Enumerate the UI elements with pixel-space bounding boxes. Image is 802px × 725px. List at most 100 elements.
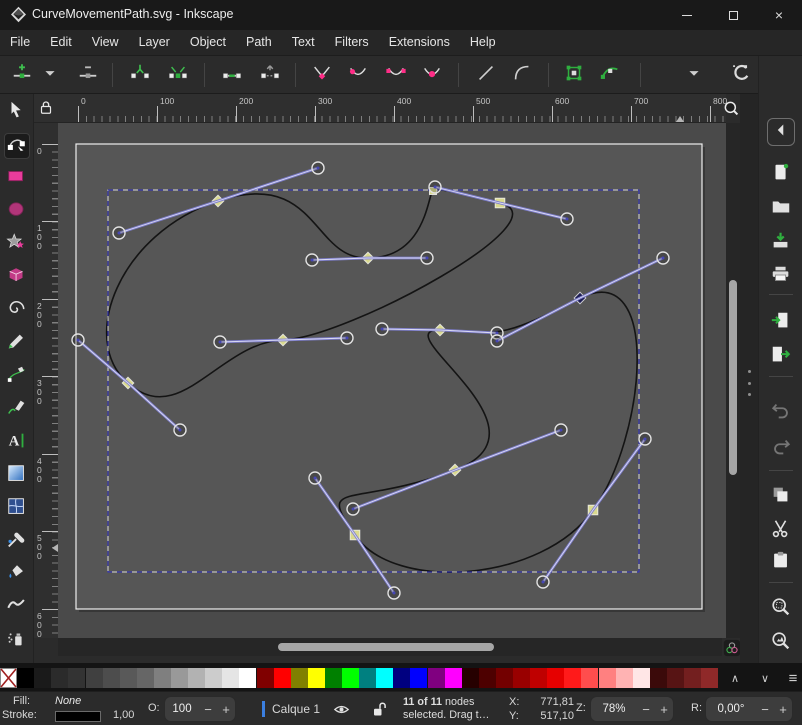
palette-swatch-4d4d4d[interactable] xyxy=(103,668,120,688)
menu-filters[interactable]: Filters xyxy=(325,30,379,56)
symmetric-node-button[interactable] xyxy=(381,60,411,90)
palette-swatch-008000[interactable] xyxy=(325,668,342,688)
insert-node-button[interactable] xyxy=(7,60,37,90)
palette-swatch-0000ff[interactable] xyxy=(410,668,427,688)
tool-spray[interactable] xyxy=(4,628,30,654)
palette-swatch-ffe6e6[interactable] xyxy=(633,668,650,688)
palette-swatch-000080[interactable] xyxy=(393,668,410,688)
opacity-value[interactable]: 100 xyxy=(165,703,199,715)
undo-button[interactable] xyxy=(768,400,794,426)
vertical-scrollbar[interactable] xyxy=(726,123,740,638)
palette-swatch-ffb3b3[interactable] xyxy=(616,668,633,688)
horizontal-scrollbar-thumb[interactable] xyxy=(278,643,494,651)
palette-swatch-ffff00[interactable] xyxy=(308,668,325,688)
opacity-decrease-button[interactable]: − xyxy=(199,702,217,717)
menu-view[interactable]: View xyxy=(82,30,129,56)
collapse-button[interactable] xyxy=(767,118,795,146)
show-handles-options-button[interactable] xyxy=(684,60,704,90)
redo-button[interactable] xyxy=(768,436,794,462)
rotation-spinner[interactable]: 0,00° − + xyxy=(705,696,793,722)
horizontal-scrollbar[interactable] xyxy=(58,638,722,656)
palette-swatch-e60000[interactable] xyxy=(547,668,564,688)
palette-swatch-ff1a1a[interactable] xyxy=(564,668,581,688)
menu-help[interactable]: Help xyxy=(460,30,506,56)
object-to-path-button[interactable] xyxy=(559,60,589,90)
palette-swatch-730000[interactable] xyxy=(496,668,513,688)
palette-swatch-800080[interactable] xyxy=(428,668,445,688)
maximize-button[interactable] xyxy=(710,0,756,30)
tool-rectangle[interactable] xyxy=(4,166,30,192)
palette-swatch-333333[interactable] xyxy=(68,668,85,688)
tool-box-3d[interactable] xyxy=(4,265,30,291)
tool-selector[interactable] xyxy=(4,100,30,126)
print-button[interactable] xyxy=(768,264,794,290)
opacity-increase-button[interactable]: + xyxy=(217,702,235,717)
tool-gradient[interactable] xyxy=(4,463,30,489)
delete-node-button[interactable] xyxy=(73,60,103,90)
palette-scroll-down-button[interactable]: ∨ xyxy=(752,666,778,690)
export-button[interactable] xyxy=(768,344,794,370)
menu-text[interactable]: Text xyxy=(282,30,325,56)
rotation-decrease-button[interactable]: − xyxy=(756,702,774,717)
zoom-decrease-button[interactable]: − xyxy=(637,702,655,717)
make-line-button[interactable] xyxy=(471,60,501,90)
horizontal-ruler[interactable]: 0100200300400500600700800 xyxy=(58,94,726,123)
tool-tweak[interactable] xyxy=(4,595,30,621)
tool-pen[interactable] xyxy=(4,364,30,390)
palette-swatch-8f2929[interactable] xyxy=(701,668,718,688)
palette-swatch-666666[interactable] xyxy=(137,668,154,688)
tool-node-editor[interactable] xyxy=(4,133,30,159)
palette-swatch-2b2b2b[interactable] xyxy=(51,668,68,688)
palette-swatch-990000[interactable] xyxy=(513,668,530,688)
color-managed-display-toggle[interactable] xyxy=(723,639,741,657)
palette-swatch-b2b2b2[interactable] xyxy=(188,668,205,688)
tool-star[interactable] xyxy=(4,232,30,258)
palette-scroll-up-button[interactable]: ∧ xyxy=(722,666,748,690)
rotation-value[interactable]: 0,00° xyxy=(706,703,756,715)
delete-segment-button[interactable] xyxy=(255,60,285,90)
palette-swatch-00ffff[interactable] xyxy=(376,668,393,688)
palette-swatch-ff8080[interactable] xyxy=(599,668,616,688)
menu-file[interactable]: File xyxy=(0,30,40,56)
canvas[interactable] xyxy=(58,123,726,638)
paste-button[interactable] xyxy=(768,550,794,576)
smooth-node-button[interactable] xyxy=(343,60,373,90)
palette-swatch-4d0000[interactable] xyxy=(479,668,496,688)
palette-swatch-571414[interactable] xyxy=(667,668,684,688)
tool-mesh-gradient[interactable] xyxy=(4,496,30,522)
tool-dropper[interactable] xyxy=(4,529,30,555)
auto-node-button[interactable] xyxy=(417,60,447,90)
snap-toggle-button[interactable] xyxy=(725,60,755,90)
menu-object[interactable]: Object xyxy=(180,30,236,56)
duplicate-button[interactable] xyxy=(768,484,794,510)
menu-path[interactable]: Path xyxy=(236,30,282,56)
tool-spiral[interactable] xyxy=(4,298,30,324)
zoom-drawing-button[interactable] xyxy=(768,630,794,656)
palette-swatch-cccccc[interactable] xyxy=(205,668,222,688)
lock-guides-button[interactable] xyxy=(34,94,58,123)
fill-value[interactable]: None xyxy=(55,695,81,707)
tool-ellipse[interactable] xyxy=(4,199,30,225)
corner-node-button[interactable] xyxy=(307,60,337,90)
current-layer-name[interactable]: Calque 1 xyxy=(272,702,320,716)
palette-swatch-00ff00[interactable] xyxy=(342,668,359,688)
tool-calligraphy[interactable] xyxy=(4,397,30,423)
save-document-button[interactable] xyxy=(768,230,794,256)
insert-node-options-button[interactable] xyxy=(41,60,59,90)
drawing-area[interactable] xyxy=(58,123,726,638)
zoom-value[interactable]: 78% xyxy=(591,703,637,715)
opacity-spinner[interactable]: 100 − + xyxy=(164,696,236,722)
palette-swatch-999999[interactable] xyxy=(171,668,188,688)
break-path-button[interactable] xyxy=(125,60,155,90)
menu-extensions[interactable]: Extensions xyxy=(379,30,460,56)
make-curve-button[interactable] xyxy=(507,60,537,90)
palette-swatch-800000[interactable] xyxy=(257,668,274,688)
zoom-spinner[interactable]: 78% − + xyxy=(590,696,674,722)
menu-layer[interactable]: Layer xyxy=(129,30,180,56)
palette-swatch-none[interactable] xyxy=(0,668,17,688)
zoom-selection-button[interactable] xyxy=(768,596,794,622)
palette-swatch-1a1a1a[interactable] xyxy=(34,668,51,688)
vertical-ruler[interactable]: 0100200300400500600 xyxy=(34,123,58,638)
palette-swatch-008080[interactable] xyxy=(359,668,376,688)
tool-text[interactable]: A xyxy=(4,430,30,456)
